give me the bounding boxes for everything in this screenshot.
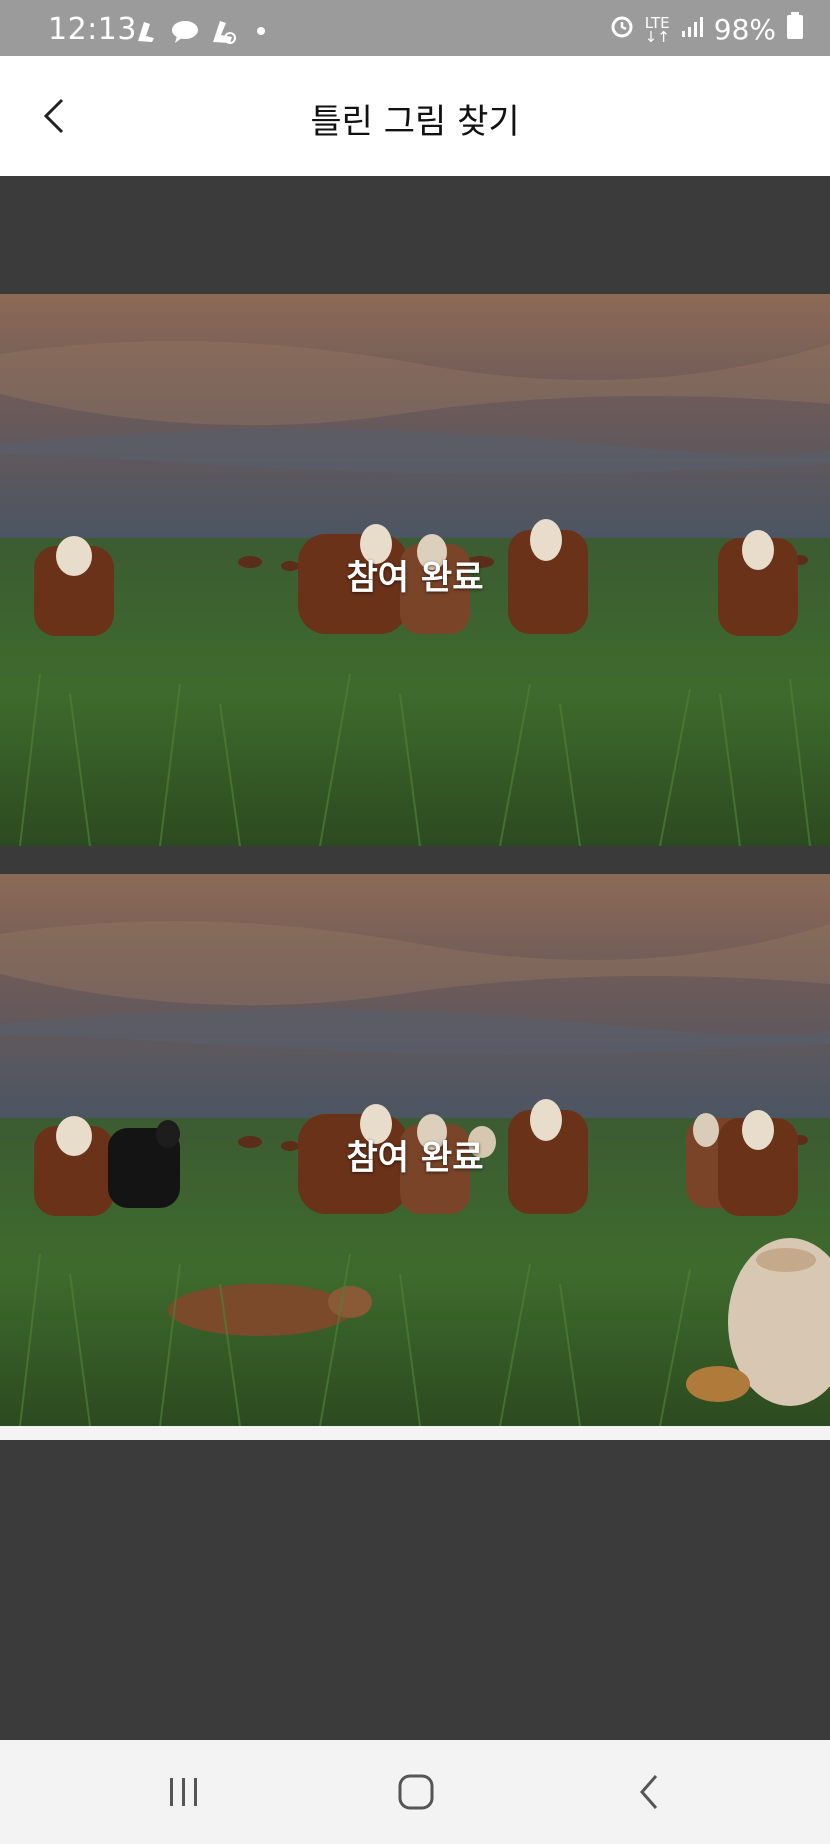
alarm-icon bbox=[609, 13, 635, 46]
status-bar: 12:13 LTE ↓↑ 98% bbox=[0, 0, 830, 56]
dot-icon bbox=[246, 16, 276, 46]
notification-icon-1 bbox=[132, 16, 162, 46]
original-image[interactable]: 참여 완료 bbox=[0, 294, 830, 846]
system-back-button[interactable] bbox=[620, 1768, 680, 1816]
signal-icon bbox=[680, 13, 704, 46]
content-divider bbox=[0, 1426, 830, 1440]
app-header: 틀린 그림 찾기 bbox=[0, 56, 830, 176]
back-icon bbox=[640, 1775, 658, 1809]
notification-icon-2 bbox=[208, 16, 238, 46]
lte-label: LTE bbox=[644, 13, 670, 32]
system-nav-bar bbox=[0, 1740, 830, 1844]
status-right: LTE ↓↑ 98% bbox=[609, 12, 804, 47]
status-notification-icons bbox=[132, 16, 276, 46]
status-time: 12:13 bbox=[48, 12, 137, 47]
message-icon bbox=[170, 16, 200, 46]
recent-apps-icon bbox=[170, 1778, 197, 1806]
home-button[interactable] bbox=[386, 1768, 446, 1816]
battery-percent: 98% bbox=[713, 13, 776, 46]
top-spacer bbox=[0, 176, 830, 294]
recent-apps-button[interactable] bbox=[154, 1768, 214, 1816]
participation-complete-label: 참여 완료 bbox=[346, 558, 484, 598]
changed-image[interactable]: 참여 완료 bbox=[0, 874, 830, 1426]
page-title: 틀린 그림 찾기 bbox=[310, 102, 520, 142]
bottom-spacer bbox=[0, 1440, 830, 1740]
home-icon bbox=[398, 1774, 434, 1810]
participation-complete-label: 참여 완료 bbox=[346, 1138, 484, 1178]
battery-icon bbox=[786, 12, 804, 47]
lte-icon: LTE ↓↑ bbox=[644, 13, 670, 46]
